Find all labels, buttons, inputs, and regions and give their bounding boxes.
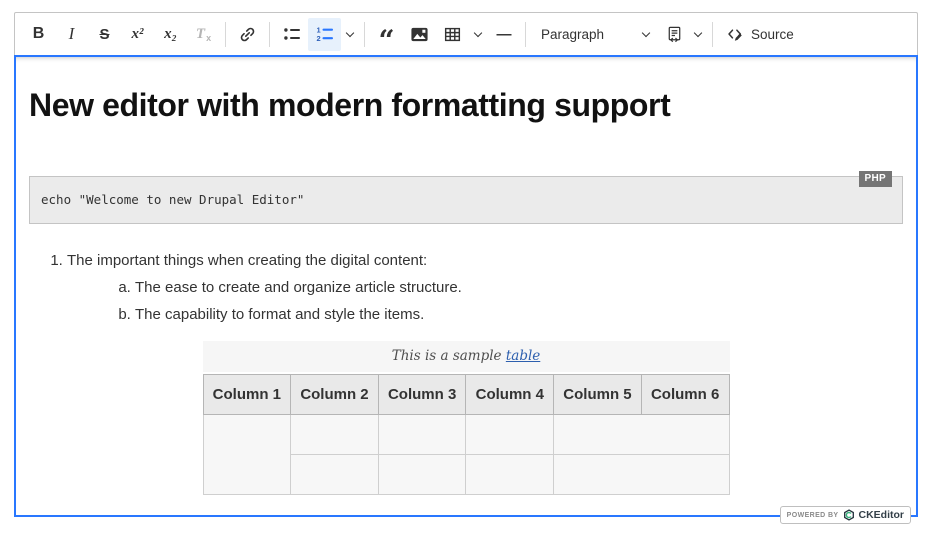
table-cell[interactable] [290,454,379,496]
italic-icon: I [68,24,75,43]
editor-toolbar: B I S x² x₂ T x 1 2 “ — Paragraph Source [14,12,918,55]
bulleted-list-button[interactable] [275,18,308,51]
table-icon [443,25,462,44]
subscript-icon: x₂ [164,25,177,42]
table-header-cell[interactable]: Column 4 [465,374,555,416]
image-icon [410,25,429,44]
toolbar-separator [225,21,226,47]
toolbar-separator [525,21,526,47]
source-icon [726,25,745,44]
superscript-button[interactable]: x² [121,18,154,51]
ckeditor-badge[interactable]: POWERED BY CKEditor [779,506,911,524]
table-cell[interactable] [202,414,292,496]
table-cell[interactable] [553,454,730,496]
list-item[interactable]: The important things when creating the d… [67,247,903,328]
code-block-icon [665,25,684,44]
table-dropdown-button[interactable] [469,18,487,51]
ckeditor-logo-icon [843,509,855,521]
italic-button[interactable]: I [55,18,88,51]
strikethrough-button[interactable]: S [88,18,121,51]
ordered-list: The important things when creating the d… [29,247,903,328]
code-block-dropdown-button[interactable] [689,18,707,51]
insert-table-button[interactable] [436,18,469,51]
link-icon [238,25,257,44]
table-cell[interactable] [465,414,555,456]
table-cell[interactable] [465,454,555,496]
powered-by-label: POWERED BY [786,511,839,519]
insert-image-button[interactable] [403,18,436,51]
bulleted-list-icon [283,25,301,43]
table-cell[interactable] [290,414,379,456]
toolbar-separator [269,21,270,47]
subscript-button[interactable]: x₂ [154,18,187,51]
bold-button[interactable]: B [22,18,55,51]
strikethrough-icon: S [99,25,110,43]
list-dropdown-button[interactable] [341,18,359,51]
chevron-down-icon [474,30,483,39]
paragraph-format-dropdown[interactable]: Paragraph [531,18,659,51]
toolbar-separator [364,21,365,47]
bold-icon: B [32,25,45,42]
chevron-down-icon [346,30,355,39]
remove-format-icon: T [195,25,206,42]
paragraph-format-label: Paragraph [541,26,605,42]
code-block-button[interactable] [659,18,689,51]
data-table: Column 1 Column 2 Column 3 Column 4 Colu… [202,374,730,496]
table-widget[interactable]: This is a sample table Column 1 Column 2… [202,341,730,496]
table-header-cell[interactable]: Column 1 [202,374,292,416]
chevron-down-icon [641,30,650,39]
svg-text:2: 2 [316,34,320,43]
table-cell[interactable] [377,414,467,456]
source-button[interactable]: Source [718,18,802,51]
numbered-list-icon: 1 2 [316,25,334,43]
table-header-row: Column 1 Column 2 Column 3 Column 4 Colu… [202,374,730,416]
table-header-cell[interactable]: Column 3 [377,374,467,416]
code-language-badge: PHP [858,171,892,188]
block-quote-button[interactable]: “ [370,18,403,57]
table-header-cell[interactable]: Column 2 [290,374,379,416]
toolbar-separator [712,21,713,47]
ordered-sub-list: The ease to create and organize article … [67,274,903,328]
table-caption[interactable]: This is a sample table [202,341,730,373]
remove-format-button: T x [195,25,212,43]
table-row [202,414,730,496]
document-heading[interactable]: New editor with modern formatting suppor… [29,87,903,123]
table-cell[interactable] [377,454,467,496]
caption-link[interactable]: table [506,348,540,364]
ckeditor-brand-label: CKEditor [858,509,905,521]
numbered-list-button[interactable]: 1 2 [308,17,341,51]
table-cell[interactable] [553,414,730,456]
block-quote-icon: “ [378,23,395,57]
horizontal-line-button[interactable]: — [487,18,520,51]
superscript-icon: x² [131,25,144,42]
table-header-cell[interactable]: Column 5 [553,374,642,416]
horizontal-line-icon: — [496,25,512,43]
rich-text-editor: B I S x² x₂ T x 1 2 “ — Paragraph Source… [14,12,918,524]
chevron-down-icon [694,30,703,39]
editor-content-area[interactable]: New editor with modern formatting suppor… [14,55,918,524]
code-text[interactable]: echo "Welcome to new Drupal Editor" [41,192,304,207]
list-item[interactable]: The capability to format and style the i… [135,301,903,328]
link-button[interactable] [231,18,264,51]
table-header-cell[interactable]: Column 6 [640,374,730,416]
source-label: Source [751,26,794,42]
list-item[interactable]: The ease to create and organize article … [135,274,903,301]
code-block[interactable]: PHP echo "Welcome to new Drupal Editor" [29,171,903,225]
